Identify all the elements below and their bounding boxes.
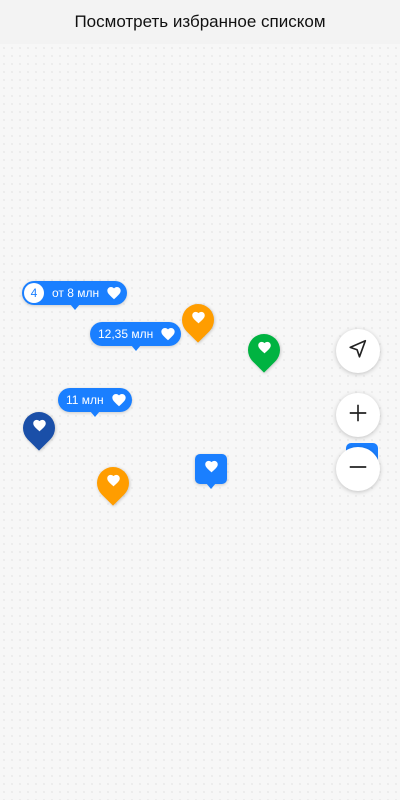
listing-price-tag[interactable]: 11 млн	[58, 388, 132, 417]
price-label: 11 млн	[66, 393, 104, 407]
minus-icon	[347, 456, 369, 483]
cluster-count: 4	[24, 283, 44, 303]
cluster-price-tag[interactable]: 4 от 8 млн	[22, 281, 128, 310]
heart-icon	[110, 391, 128, 409]
navigation-arrow-icon	[347, 338, 369, 365]
favorite-pin-green[interactable]	[241, 327, 287, 373]
view-favorites-list-label: Посмотреть избранное списком	[74, 12, 326, 31]
listing-price-tag[interactable]: 12,35 млн	[90, 322, 182, 351]
heart-icon	[257, 340, 272, 360]
view-favorites-list-button[interactable]: Посмотреть избранное списком	[0, 0, 400, 44]
heart-icon	[106, 473, 121, 493]
heart-icon	[32, 418, 47, 438]
my-location-button[interactable]	[336, 329, 380, 373]
favorite-pin-orange[interactable]	[175, 297, 221, 343]
zoom-out-button[interactable]	[336, 447, 380, 491]
heart-icon	[105, 284, 123, 302]
screen: Посмотреть избранное списком 4 от 8 млн …	[0, 0, 400, 800]
heart-icon	[204, 459, 219, 479]
heart-icon	[191, 310, 206, 330]
zoom-in-button[interactable]	[336, 393, 380, 437]
favorite-pin-navy[interactable]	[16, 405, 62, 451]
plus-icon	[347, 402, 369, 429]
heart-icon	[159, 325, 177, 343]
price-label: 12,35 млн	[98, 327, 154, 341]
favorite-pin-blue[interactable]	[195, 454, 227, 489]
favorite-pin-orange[interactable]	[90, 460, 136, 506]
price-label: от 8 млн	[52, 286, 100, 300]
